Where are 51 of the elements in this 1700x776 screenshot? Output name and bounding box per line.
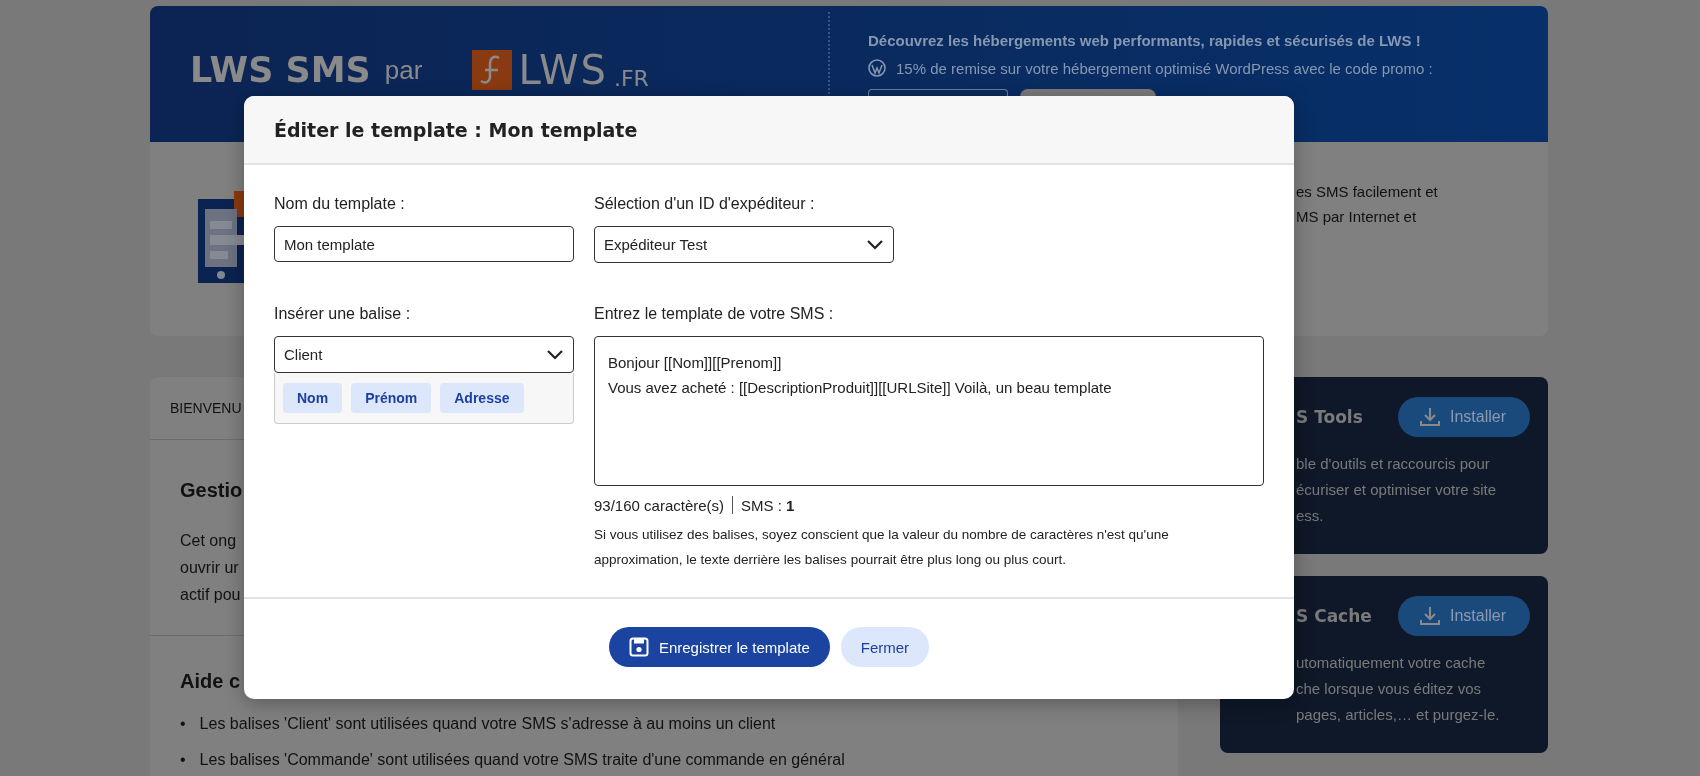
chevron-icon	[866, 239, 884, 250]
tag-chip[interactable]: Adresse	[440, 383, 524, 413]
section-heading: Gestio	[180, 478, 243, 502]
tag-chip[interactable]: Prénom	[351, 383, 432, 413]
logo-suffix: .FR	[613, 68, 649, 90]
section-text: actif pou	[180, 585, 241, 605]
logo-icon	[472, 50, 513, 90]
plugin-description: écuriser et optimiser votre site	[1296, 480, 1497, 500]
plugin-description: che lorsque vous éditez vos	[1296, 679, 1482, 699]
chevron-icon	[546, 349, 564, 360]
dialog-title: Éditer le template : Mon template	[274, 118, 638, 141]
tag-select[interactable]: Client	[274, 336, 574, 373]
field-label: Sélection d'un ID d'expéditeur :	[594, 195, 816, 213]
field-label: Nom du template :	[274, 195, 406, 213]
download-icon	[1419, 606, 1440, 626]
sms-count: SMS : 1	[741, 496, 795, 514]
device-icon	[198, 191, 244, 283]
section-text: ouvrir ur	[180, 558, 239, 578]
field-label: Insérer une balise :	[274, 305, 412, 323]
promo-text: 15% de remise sur votre hébergement optimisé WordPress avec le code promo :	[896, 59, 1433, 77]
save-button[interactable]: Enregistrer le template	[608, 627, 830, 667]
bullet-mark: •	[180, 750, 186, 770]
plugin-title: S Cache	[1296, 606, 1372, 626]
plugin-description: ble d'outils et raccourcis pour	[1296, 454, 1490, 474]
plugin-title: S Tools	[1296, 407, 1363, 427]
help-item: Les balises 'Client' sont utilisées quand votre SMS s'adresse à au moins un client	[199, 714, 776, 734]
help-note: Si vous utilisez des balises, soyez conscient que la valeur du nombre de caractères n'est qu'une approximation, le texte derrière les balises pourrait être plus long ou plus court.	[594, 526, 1170, 569]
sender-select[interactable]: Expéditeur Test	[594, 226, 894, 263]
message-field[interactable]: Bonjour [[Nom]][[Prenom]] Vous avez acheté : [[DescriptionProduit]][[URLSite]] Voilà, un beau template	[594, 336, 1264, 486]
section-heading: Aide c	[180, 669, 241, 693]
plugin-description: ess.	[1296, 506, 1324, 526]
template-name-field[interactable]: Mon template	[274, 226, 574, 262]
bullet-mark: •	[180, 714, 186, 734]
intro-text: MS par Internet et	[1296, 208, 1418, 225]
intro-text: es SMS facilement et	[1296, 183, 1438, 200]
char-count: 93/160 caractère(s)	[594, 496, 725, 514]
brand-by: par	[384, 54, 423, 86]
section-text: Cet ong	[180, 531, 237, 551]
welcome-tab[interactable]: BIENVENU	[170, 399, 242, 417]
plugin-description: utomatiquement votre cache	[1296, 653, 1486, 673]
close-button[interactable]: Fermer	[840, 627, 930, 667]
tag-chip[interactable]: Nom	[283, 383, 343, 413]
field-label: Entrez le template de votre SMS :	[594, 305, 835, 323]
help-item: Les balises 'Commande' sont utilisées quand votre SMS traite d'une commande en général	[199, 750, 845, 770]
save-icon	[628, 637, 649, 657]
wordpress-icon	[868, 59, 886, 77]
logo-name: LWS	[518, 50, 608, 90]
plugin-description: pages, articles,… et purgez-le.	[1296, 705, 1500, 725]
promo-heading: Découvrez les hébergements web performants, rapides et sécurisés de LWS !	[868, 32, 1422, 49]
brand-title: LWS SMS	[190, 50, 371, 90]
download-icon	[1419, 407, 1440, 427]
